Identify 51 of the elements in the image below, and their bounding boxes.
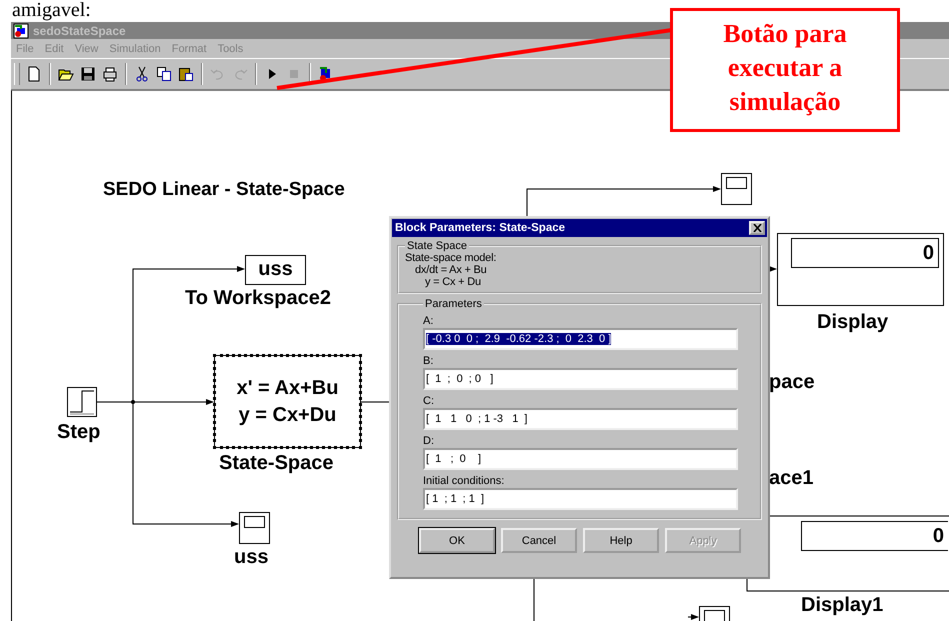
scope-block[interactable] [721,173,753,205]
scope-block[interactable] [239,512,271,544]
dialog-title: Block Parameters: State-Space [395,222,566,234]
to-workspace-block[interactable]: uss [245,255,306,285]
input-field[interactable]: [ 1 ; 1 ; 1 ] [423,488,738,510]
dialog-button[interactable]: Help [583,528,659,553]
document-text: amigavel: [12,0,91,20]
field-label: B: [423,354,434,368]
block-label: State-Space [219,452,334,475]
input-field[interactable]: [ 1 ; 0 ] [423,448,738,470]
signal-line [768,266,777,272]
close-button[interactable] [749,221,765,235]
block-label: Display1 [801,594,884,617]
field-label: D: [423,434,435,448]
scissors-icon [134,66,150,82]
display-block[interactable]: 0 [777,233,944,306]
input-field[interactable]: [ -0.3 0 0 ; 2.9 -0.62 -2.3 ; 0 2.3 0 ] [423,328,738,350]
block-label: Display [817,311,888,334]
block-label: pace [769,371,815,394]
display-block[interactable]: 0 [801,521,948,551]
clipboard-icon [178,66,194,82]
field-label: Initial conditions: [423,474,506,488]
dialog-button[interactable]: OK [419,528,495,553]
document-icon [26,66,42,82]
signal-line [688,614,699,620]
description-text: State-space model: [405,252,498,264]
description-text: dx/dt = Ax + Bu [414,264,488,276]
annotation-callout: Botão para executar a simulação [670,8,900,132]
close-icon [752,224,762,232]
dialog-button[interactable]: Cancel [501,528,577,553]
block-label: To Workspace2 [185,287,331,310]
field-label: C: [423,394,435,408]
state-space-block[interactable]: x' = Ax+Bu y = Cx+Du [214,355,361,448]
input-field[interactable]: [ 1 1 0 ; 1 -3 1 ] [423,408,738,430]
field-label: A: [423,314,434,328]
block-label: Step [57,421,100,444]
description-text: y = Cx + Du [424,276,482,288]
window-title: sedoStateSpace [33,24,126,38]
display-value: 0 [791,238,939,268]
diagram-title: SEDO Linear - State-Space [103,179,345,201]
printer-icon [102,66,118,82]
group-title: State Space [406,240,468,252]
input-field[interactable]: [ 1 ; 0 ; 0 ] [423,368,738,390]
group-title: Parameters [424,298,483,310]
block-label: uss [234,546,268,569]
copy-icon [156,66,172,82]
branch-point [131,400,135,404]
block-label: ace1 [769,467,814,490]
step-block[interactable] [67,387,97,417]
scope-block[interactable] [699,606,731,621]
toolbar-grip [14,63,20,85]
